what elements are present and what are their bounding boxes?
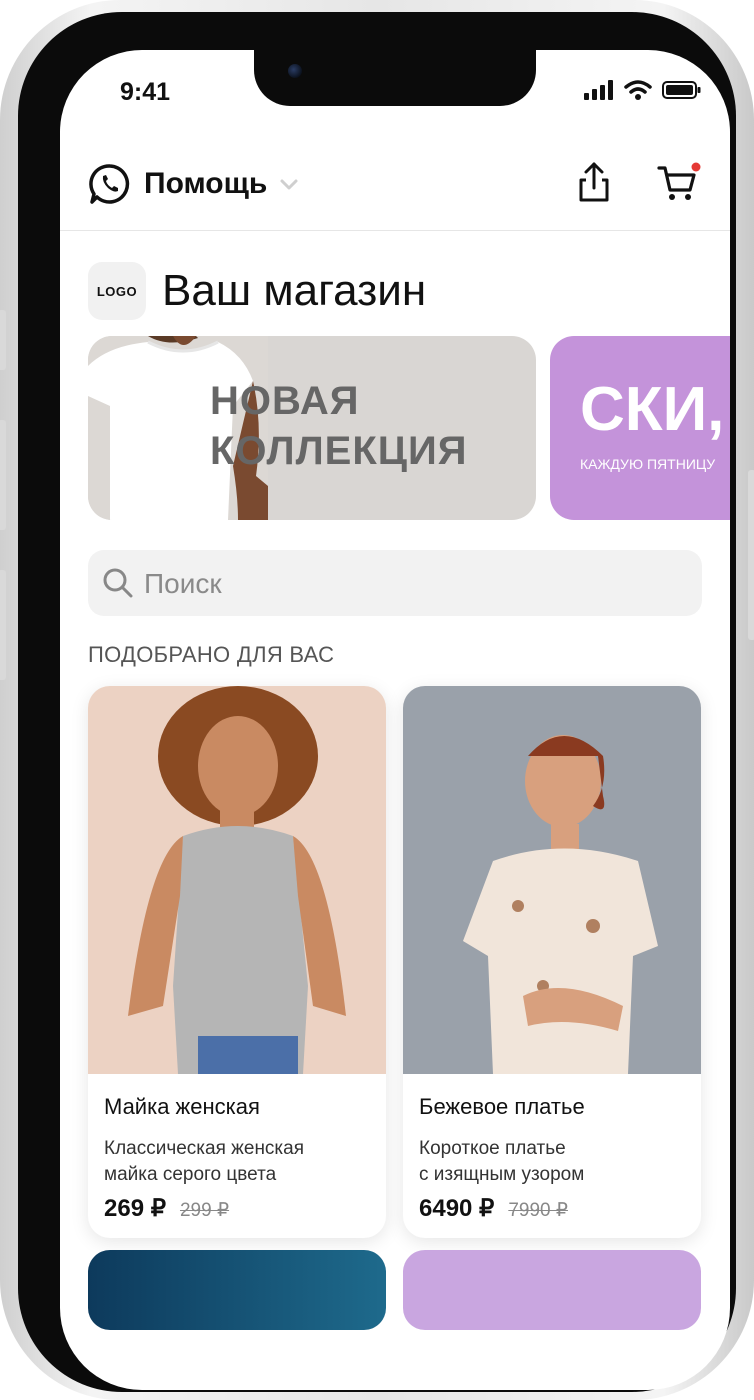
whatsapp-icon (89, 164, 130, 204)
volume-button (0, 570, 6, 680)
share-button[interactable] (574, 160, 614, 209)
battery-icon (662, 81, 701, 99)
model-tank-top-image (88, 686, 386, 1074)
product-image (88, 686, 386, 1074)
product-prices: 6490 ₽ 7990 ₽ (419, 1194, 568, 1223)
product-card[interactable]: Майка женская Классическая женская майка… (88, 686, 386, 1238)
product-title: Майка женская (104, 1094, 260, 1119)
banner-sale[interactable]: СКИ, КАЖДУЮ ПЯТНИЦУ (550, 336, 730, 520)
product-card-peek[interactable] (88, 1250, 386, 1330)
banner-new-collection-text: НОВАЯ КОЛЛЕКЦИЯ (210, 379, 468, 473)
cart-icon (657, 162, 701, 200)
wifi-icon (624, 80, 652, 100)
camera-icon (288, 64, 302, 78)
product-description: Короткое платье с изящным узором (419, 1138, 585, 1185)
product-description: Классическая женская майка серого цвета (104, 1138, 305, 1185)
help-label: Помощь (144, 167, 268, 200)
chevron-down-icon (280, 179, 298, 190)
product-card[interactable]: Бежевое платье Короткое платье с изящным… (403, 686, 701, 1238)
search-icon (103, 568, 133, 598)
product-title: Бежевое платье (419, 1094, 585, 1119)
product-price: 6490 ₽ (419, 1195, 495, 1222)
shop-logo: LOGO (88, 262, 146, 320)
product-card-peek[interactable] (403, 1250, 701, 1330)
banner-sale-subtitle: КАЖДУЮ ПЯТНИЦУ (580, 456, 716, 472)
search-input[interactable] (142, 550, 686, 618)
help-button[interactable]: Помощь (88, 162, 299, 206)
product-image (403, 686, 701, 1074)
notch (254, 50, 536, 106)
product-old-price: 7990 ₽ (508, 1200, 568, 1221)
shop-heading: LOGO Ваш магазин (88, 262, 426, 320)
product-prices: 269 ₽ 299 ₽ (104, 1194, 229, 1223)
share-icon (579, 162, 609, 202)
screen: 9:41 Помощь LOGO Ваш магазин НОВАЯ КОЛЛЕ… (60, 50, 730, 1390)
product-price: 269 ₽ (104, 1195, 166, 1222)
cart-button[interactable] (656, 160, 702, 209)
phone-bezel: 9:41 Помощь LOGO Ваш магазин НОВАЯ КОЛЛЕ… (18, 12, 736, 1392)
search-bar[interactable] (88, 550, 702, 618)
section-title: ПОДОБРАНО ДЛЯ ВАС (88, 642, 335, 667)
product-old-price: 299 ₽ (179, 1200, 230, 1221)
volume-button (0, 420, 6, 530)
volume-button (0, 310, 6, 370)
shop-title: Ваш магазин (162, 266, 427, 315)
banner-new-collection[interactable]: НОВАЯ КОЛЛЕКЦИЯ (88, 336, 536, 520)
model-dress-image (403, 686, 701, 1074)
power-button (748, 470, 754, 640)
signal-icon (584, 80, 613, 100)
cart-badge (691, 162, 701, 172)
status-icons (584, 80, 702, 100)
app-header: Помощь (60, 150, 730, 231)
banner-sale-title: СКИ, (580, 375, 725, 444)
status-time: 9:41 (120, 78, 171, 106)
